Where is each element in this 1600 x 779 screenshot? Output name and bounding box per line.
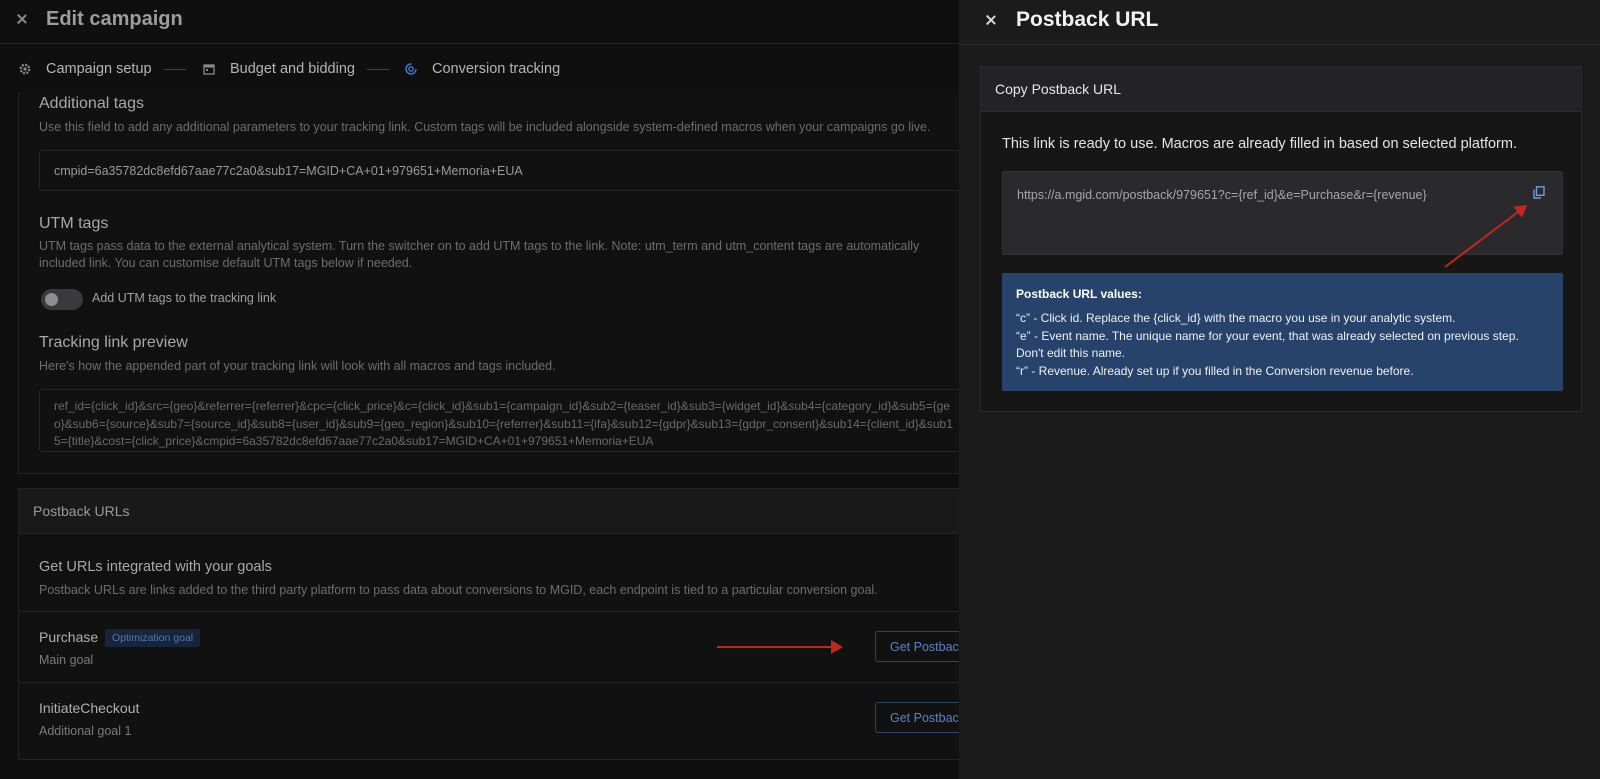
divider xyxy=(19,611,960,612)
calendar-icon xyxy=(203,64,215,75)
drawer-header: Postback URL xyxy=(959,0,1600,45)
info-line-r: “r” - Revenue. Already set up if you fil… xyxy=(1016,363,1414,378)
drawer-title: Postback URL xyxy=(1016,8,1159,31)
close-icon[interactable] xyxy=(15,12,29,26)
step-label: Conversion tracking xyxy=(432,61,561,77)
postback-urls-card: Postback URLs xyxy=(18,488,960,760)
tracking-preview-field: ref_id={click_id}&src={geo}&referrer={re… xyxy=(39,389,960,452)
utm-tags-toggle[interactable] xyxy=(41,289,83,310)
step-budget-and-bidding[interactable]: Budget and bidding xyxy=(203,61,355,77)
postback-urls-header-label: Postback URLs xyxy=(33,503,130,519)
stepper: Campaign setup Budget and bidding Conver… xyxy=(0,45,960,92)
gear-icon xyxy=(19,63,31,75)
close-icon[interactable] xyxy=(984,13,998,27)
additional-tags-title: Additional tags xyxy=(39,95,144,112)
goal-sub-initiatecheckout: Additional goal 1 xyxy=(39,724,132,738)
get-postback-url-button-initiatecheckout[interactable]: Get Postback URL xyxy=(875,702,960,733)
goal-name-initiatecheckout: InitiateCheckout xyxy=(39,700,140,716)
tracking-preview-value: ref_id={click_id}&src={geo}&referrer={re… xyxy=(54,399,953,448)
copy-postback-card-header: Copy Postback URL xyxy=(981,67,1581,112)
target-icon xyxy=(405,63,417,75)
postback-urls-header: Postback URLs xyxy=(19,489,960,534)
divider xyxy=(19,682,960,683)
goal-sub-purchase: Main goal xyxy=(39,653,94,667)
ready-text: This link is ready to use. Macros are al… xyxy=(1002,136,1517,152)
edit-campaign-page: Edit campaign Campaign setup Budget and … xyxy=(0,0,960,779)
utm-tags-title: UTM tags xyxy=(39,215,109,232)
get-postback-url-button-purchase[interactable]: Get Postback URL xyxy=(875,631,960,662)
utm-tags-toggle-label: Add UTM tags to the tracking link xyxy=(92,291,277,305)
utm-tags-description: UTM tags pass data to the external analy… xyxy=(39,239,920,270)
postback-url-values-info: Postback URL values: “c” - Click id. Rep… xyxy=(1002,273,1563,391)
postback-url-drawer: Postback URL Copy Postback URL This link… xyxy=(959,0,1600,779)
info-line-c: “c” - Click id. Replace the {click_id} w… xyxy=(1016,311,1456,325)
step-connector xyxy=(164,69,186,70)
page-header: Edit campaign xyxy=(0,0,960,44)
tracking-preview-description: Here's how the appended part of your tra… xyxy=(39,359,556,373)
additional-tags-description: Use this field to add any additional par… xyxy=(39,120,931,134)
postback-url-value: https://a.mgid.com/postback/979651?c={re… xyxy=(1017,188,1427,202)
goal-name-purchase: Purchase xyxy=(39,629,99,645)
step-label: Campaign setup xyxy=(46,61,152,77)
postback-urls-title: Get URLs integrated with your goals xyxy=(39,559,272,575)
copy-icon[interactable] xyxy=(1533,186,1545,199)
additional-tags-input[interactable]: cmpid=6a35782dc8efd67aae77c2a0&sub17=MGI… xyxy=(39,150,960,191)
step-conversion-tracking[interactable]: Conversion tracking xyxy=(405,61,560,77)
annotation-arrow xyxy=(717,640,843,654)
postback-urls-description: Postback URLs are links added to the thi… xyxy=(39,583,878,597)
step-campaign-setup[interactable]: Campaign setup xyxy=(19,61,152,77)
additional-tags-value: cmpid=6a35782dc8efd67aae77c2a0&sub17=MGI… xyxy=(54,164,523,178)
info-line-e: “e” - Event name. The unique name for yo… xyxy=(1016,328,1519,361)
copy-postback-card-title: Copy Postback URL xyxy=(995,81,1122,97)
tracking-preview-title: Tracking link preview xyxy=(39,334,188,351)
page-title: Edit campaign xyxy=(46,8,183,30)
step-label: Budget and bidding xyxy=(230,61,355,77)
step-connector xyxy=(367,69,389,70)
copy-postback-card: Copy Postback URL This link is ready to … xyxy=(980,66,1582,412)
optimization-goal-badge: Optimization goal xyxy=(105,629,201,647)
info-title: Postback URL values: xyxy=(1016,287,1142,301)
